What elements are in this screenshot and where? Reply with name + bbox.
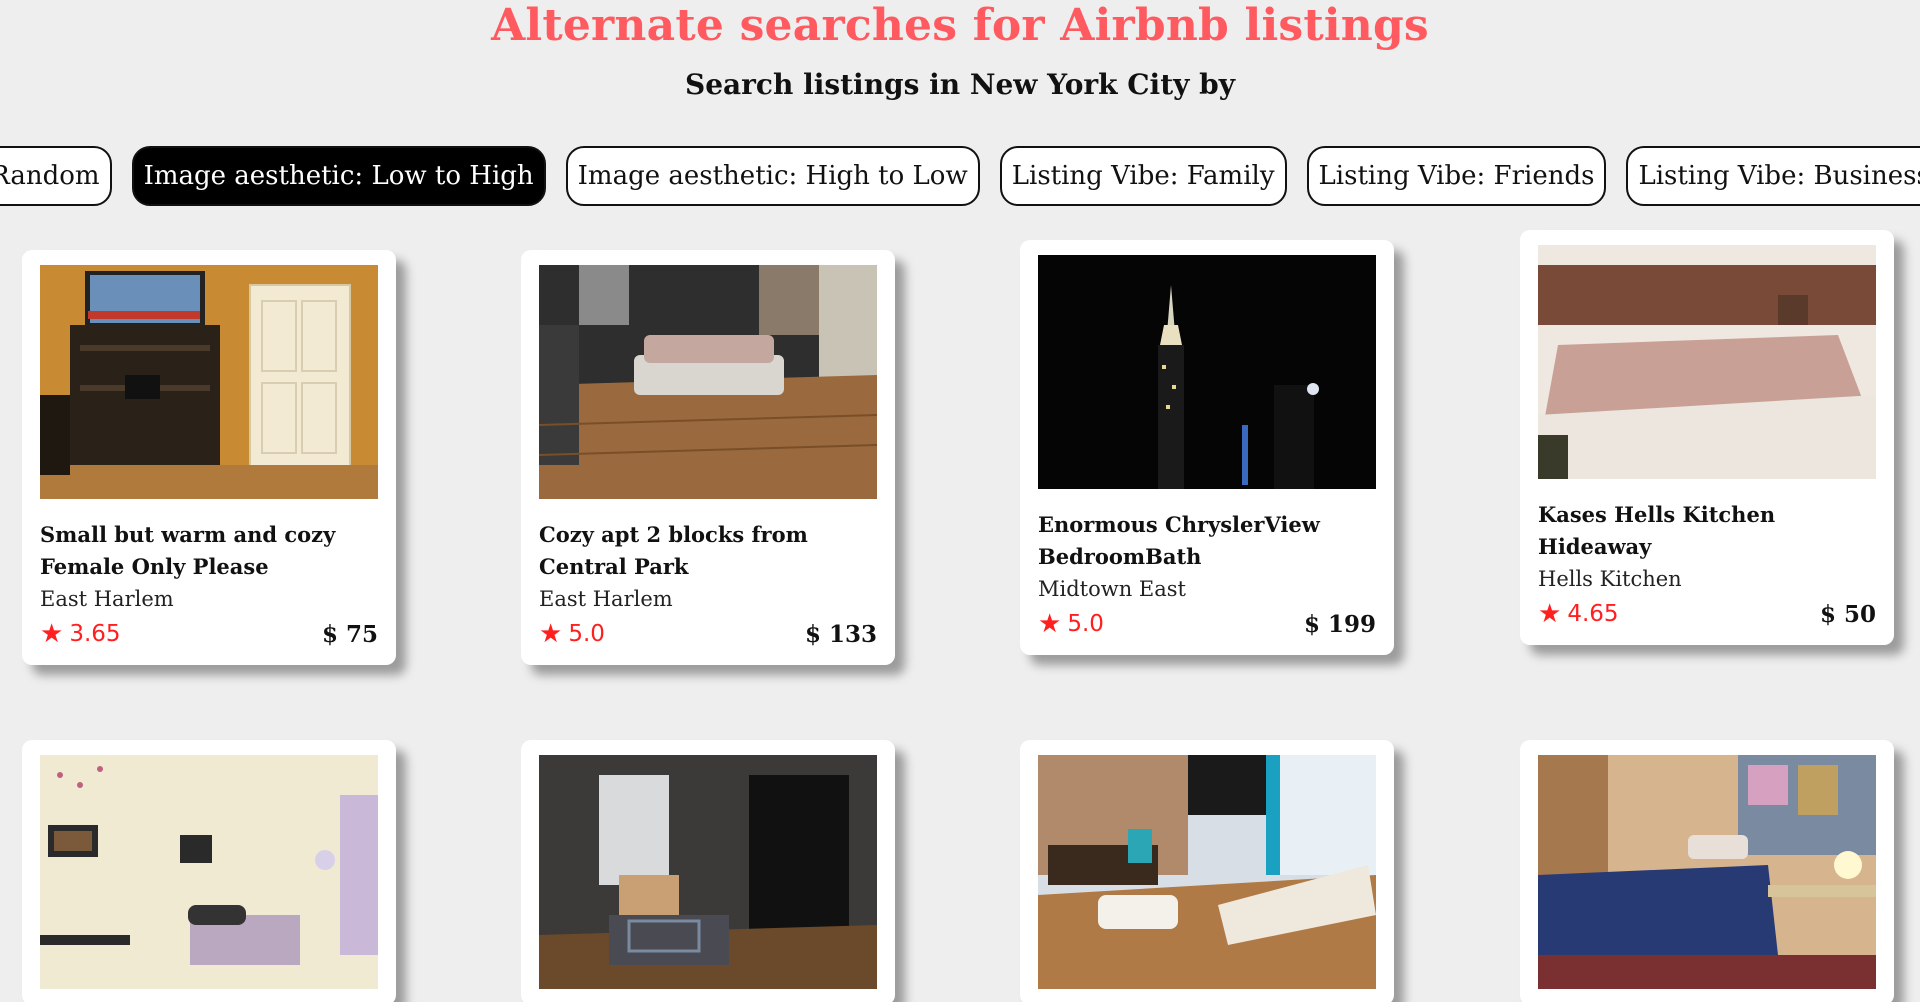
listing-photo[interactable] bbox=[40, 755, 378, 989]
filter-aesthetic-high-low-button[interactable]: Image aesthetic: High to Low bbox=[565, 146, 980, 206]
filter-vibe-friends-button[interactable]: Listing Vibe: Friends bbox=[1306, 146, 1607, 206]
page-subtitle: Search listings in New York City by bbox=[685, 68, 1235, 101]
listing-title: Kases Hells Kitchen Hideaway bbox=[1538, 502, 1776, 559]
listing-title: Cozy apt 2 blocks from Central Park bbox=[539, 522, 808, 579]
listing-rating: ★ 3.65 bbox=[40, 619, 121, 649]
listing-card[interactable] bbox=[521, 740, 895, 1002]
listing-title: Small but warm and cozy Female Only Plea… bbox=[40, 522, 336, 579]
listing-price: $ 50 bbox=[1819, 600, 1876, 628]
filter-aesthetic-low-high-button[interactable]: Image aesthetic: Low to High bbox=[131, 146, 546, 206]
listing-footer: ★ 4.65 $ 50 bbox=[1538, 599, 1876, 629]
listing-neighborhood: Hells Kitchen bbox=[1538, 567, 1682, 591]
filter-vibe-family-button[interactable]: Listing Vibe: Family bbox=[999, 146, 1287, 206]
listing-photo[interactable] bbox=[1538, 755, 1876, 989]
rating-value: 5.0 bbox=[1067, 611, 1104, 637]
listing-price: $ 133 bbox=[804, 620, 877, 648]
rating-value: 5.0 bbox=[568, 621, 605, 647]
filter-bar: Random Image aesthetic: Low to High Imag… bbox=[0, 146, 1920, 206]
listing-photo[interactable] bbox=[40, 265, 378, 499]
filter-vibe-business-button[interactable]: Listing Vibe: Business bbox=[1626, 146, 1920, 206]
star-icon: ★ bbox=[40, 619, 64, 649]
listing-photo[interactable] bbox=[1038, 255, 1376, 489]
listing-price: $ 199 bbox=[1303, 610, 1376, 638]
listing-card[interactable] bbox=[22, 740, 396, 1002]
listing-footer: ★ 5.0 $ 133 bbox=[539, 619, 877, 649]
page: Alternate searches for Airbnb listings S… bbox=[0, 0, 1920, 1002]
listing-neighborhood: East Harlem bbox=[40, 587, 174, 611]
listing-rating: ★ 4.65 bbox=[1538, 599, 1619, 629]
star-icon: ★ bbox=[1038, 609, 1062, 639]
listing-card[interactable]: Kases Hells Kitchen Hideaway Hells Kitch… bbox=[1520, 230, 1894, 645]
listing-photo[interactable] bbox=[539, 265, 877, 499]
star-icon: ★ bbox=[539, 619, 563, 649]
listing-title: Enormous ChryslerView BedroomBath bbox=[1038, 512, 1320, 569]
listing-card[interactable]: Cozy apt 2 blocks from Central Park East… bbox=[521, 250, 895, 665]
listing-rating: ★ 5.0 bbox=[539, 619, 605, 649]
listing-photo[interactable] bbox=[539, 755, 877, 989]
listing-price: $ 75 bbox=[321, 620, 378, 648]
listing-rating: ★ 5.0 bbox=[1038, 609, 1104, 639]
listing-card[interactable]: Enormous ChryslerView BedroomBath Midtow… bbox=[1020, 240, 1394, 655]
listing-photo[interactable] bbox=[1538, 245, 1876, 479]
listing-card[interactable]: Small but warm and cozy Female Only Plea… bbox=[22, 250, 396, 665]
listing-card[interactable] bbox=[1520, 740, 1894, 1002]
filter-random-button[interactable]: Random bbox=[0, 146, 112, 206]
listing-card[interactable] bbox=[1020, 740, 1394, 1002]
listing-neighborhood: East Harlem bbox=[539, 587, 673, 611]
rating-value: 3.65 bbox=[69, 621, 121, 647]
star-icon: ★ bbox=[1538, 599, 1562, 629]
listing-footer: ★ 3.65 $ 75 bbox=[40, 619, 378, 649]
listing-neighborhood: Midtown East bbox=[1038, 577, 1186, 601]
listing-footer: ★ 5.0 $ 199 bbox=[1038, 609, 1376, 639]
rating-value: 4.65 bbox=[1567, 601, 1619, 627]
page-title: Alternate searches for Airbnb listings bbox=[491, 0, 1429, 51]
listing-photo[interactable] bbox=[1038, 755, 1376, 989]
